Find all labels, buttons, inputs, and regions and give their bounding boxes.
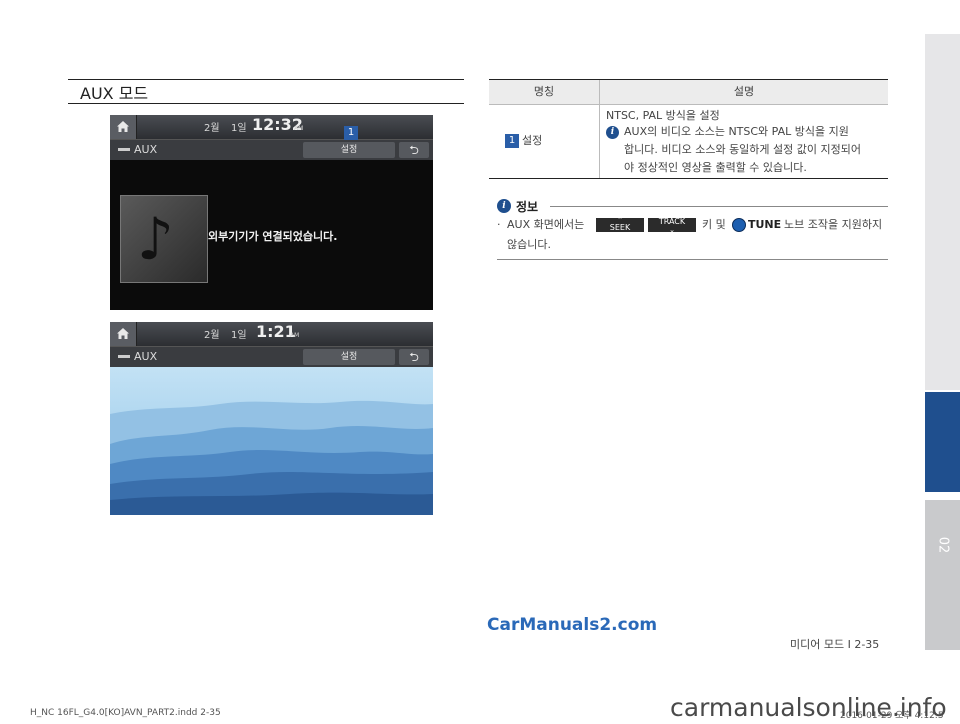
side-tab-active (925, 392, 960, 492)
info-heading-rule (550, 206, 888, 207)
clock-ampm: AM (294, 125, 304, 132)
music-note-artwork: ♪ (120, 195, 208, 283)
aux-screen-video: 2월 1일 1:21 AM AUX 설정 ⮌ (110, 322, 433, 515)
mountain-landscape-image (110, 366, 433, 515)
info-bullet: · (497, 218, 501, 231)
info-icon: i (606, 126, 619, 139)
day-label: 1일 (231, 330, 247, 341)
source-label: AUX (134, 143, 158, 156)
home-button[interactable] (110, 322, 137, 346)
aux-plug-icon (118, 355, 130, 358)
row-name: 설정 (522, 134, 543, 147)
page-footer: 미디어 모드 I 2-35 (790, 638, 880, 651)
table-bottom-rule (489, 178, 888, 179)
settings-button[interactable]: 설정 (303, 349, 395, 365)
info-bottom-rule (497, 259, 888, 260)
status-bar: 2월 1일 1:21 AM (110, 322, 433, 346)
section-title: AUX 모드 (80, 84, 149, 103)
chevron-down-icon: ⌄ (669, 226, 675, 234)
home-icon (117, 328, 129, 339)
source-menu-bar: AUX 설정 ⮌ (110, 346, 433, 367)
info-icon: i (497, 199, 511, 213)
info-heading: 정보 (516, 200, 539, 214)
track-key: TRACK ⌄ (648, 217, 696, 234)
title-bottom-rule (68, 103, 464, 104)
row-info-line3: 야 정상적인 영상을 출력할 수 있습니다. (624, 161, 807, 174)
title-top-rule (68, 79, 464, 80)
side-tab-gray (925, 34, 960, 390)
info-text-line2: 않습니다. (507, 238, 551, 251)
callout-number-1: 1 (344, 126, 358, 140)
source-menu-bar: AUX 설정 ⮌ (110, 139, 433, 160)
row-info-line2: 합니다. 비디오 소스와 동일하게 설정 값이 지정되어 (624, 143, 861, 156)
settings-button[interactable]: 설정 (303, 142, 395, 158)
table-column-divider (599, 80, 600, 178)
info-text-mid: 키 및 (702, 218, 726, 231)
bottom-watermark: carmanualsonline.info (670, 693, 947, 722)
row-number-badge: 1 (505, 134, 519, 148)
home-icon (117, 121, 129, 132)
aux-screen-connected: 2월 1일 12:32 AM AUX 설정 ⮌ ♪ 외부기기가 연결되었습니다. (110, 115, 433, 310)
status-bar: 2월 1일 12:32 AM (110, 115, 433, 139)
info-text-before: AUX 화면에서는 (507, 218, 585, 231)
back-button[interactable]: ⮌ (399, 349, 429, 365)
aux-plug-icon (118, 148, 130, 151)
table-header-desc: 설명 (600, 80, 888, 104)
table-header-rule (489, 104, 888, 105)
row-desc-line1: NTSC, PAL 방식을 설정 (606, 109, 720, 122)
tune-label: TUNE (748, 218, 782, 231)
back-button[interactable]: ⮌ (399, 142, 429, 158)
row-info-line1: AUX의 비디오 소스는 NTSC와 PAL 방식을 지원 (624, 125, 849, 138)
watermark-link[interactable]: CarManuals2.com (487, 615, 657, 635)
side-tab-chapter (925, 500, 960, 650)
month-label: 2월 (204, 123, 220, 134)
print-slug-left: H_NC 16FL_G4.0[KO]AVN_PART2.indd 2-35 (30, 708, 221, 718)
day-label: 1일 (231, 123, 247, 134)
connection-message: 외부기기가 연결되었습니다. (208, 230, 338, 243)
info-text-after: 노브 조작을 지원하지 (784, 218, 883, 231)
source-label: AUX (134, 350, 158, 363)
table-header-name: 명칭 (489, 80, 599, 104)
seek-key-label: SEEK (609, 223, 631, 232)
seek-key: ⌃ SEEK (596, 216, 644, 232)
month-label: 2월 (204, 330, 220, 341)
chapter-number: 02 (935, 536, 951, 554)
tune-knob-icon (732, 218, 746, 232)
music-note-icon: ♪ (137, 205, 175, 273)
clock-ampm: AM (290, 332, 300, 339)
home-button[interactable] (110, 115, 137, 139)
